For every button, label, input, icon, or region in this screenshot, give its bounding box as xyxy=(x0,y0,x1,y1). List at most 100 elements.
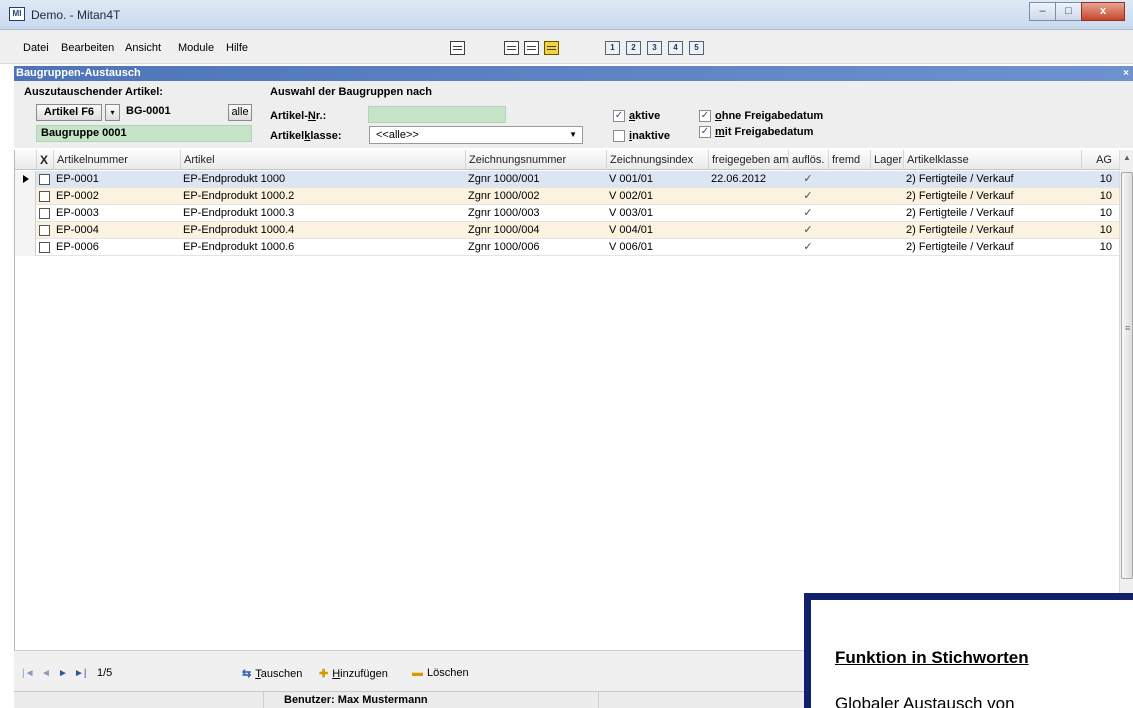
view-4-icon[interactable]: 4 xyxy=(668,41,683,55)
view-5-icon[interactable]: 5 xyxy=(689,41,704,55)
header-x[interactable]: X xyxy=(36,150,53,170)
table-row[interactable]: EP-0004 EP-Endprodukt 1000.4 Zgnr 1000/004… xyxy=(15,222,1120,239)
aktive-label: aktive xyxy=(629,110,661,122)
maximize-button[interactable]: □ xyxy=(1055,2,1082,21)
cell-artikel: EP-Endprodukt 1000.4 xyxy=(183,224,295,236)
assembly-grid: X Artikelnummer Artikel Zeichnungsnummer… xyxy=(14,150,1120,650)
highlight-icon[interactable] xyxy=(544,41,559,55)
menu-ansicht[interactable]: Ansicht xyxy=(125,42,161,54)
grid-icon[interactable] xyxy=(524,41,539,55)
cell-zeichnungsindex: V 002/01 xyxy=(609,190,654,202)
alle-button[interactable]: alle xyxy=(228,104,252,121)
header-fremd[interactable]: fremd xyxy=(828,150,870,170)
cell-artikel: EP-Endprodukt 1000.2 xyxy=(183,190,295,202)
cell-artikelnummer: EP-0003 xyxy=(56,207,99,219)
table-row[interactable]: EP-0003 EP-Endprodukt 1000.3 Zgnr 1000/003… xyxy=(15,205,1120,222)
last-record-icon[interactable]: ►| xyxy=(74,668,87,679)
grid-icon[interactable] xyxy=(504,41,519,55)
cell-aufloes: ✓ xyxy=(803,173,813,185)
callout-title: Funktion in Stichworten xyxy=(835,648,1029,667)
artikel-f6-button[interactable]: Artikel F6 xyxy=(36,104,102,121)
cell-freigegeben-am xyxy=(708,239,788,256)
cell-ag: 10 xyxy=(1099,173,1112,185)
view-3-icon[interactable]: 3 xyxy=(647,41,662,55)
ohne-freigabedatum-checkbox[interactable] xyxy=(699,110,711,122)
cell-zeichnungsnummer: Zgnr 1000/006 xyxy=(468,241,540,253)
header-zeichnungsindex[interactable]: Zeichnungsindex xyxy=(606,150,708,170)
table-row[interactable]: EP-0002 EP-Endprodukt 1000.2 Zgnr 1000/002… xyxy=(15,188,1120,205)
header-freigegeben-am[interactable]: freigegeben am xyxy=(708,150,788,170)
view-1-icon[interactable]: 1 xyxy=(605,41,620,55)
row-checkbox[interactable] xyxy=(39,225,50,236)
next-record-icon[interactable]: ► xyxy=(58,668,68,679)
cell-zeichnungsnummer: Zgnr 1000/003 xyxy=(468,207,540,219)
mit-freigabedatum-label: mit Freigabedatum xyxy=(715,126,814,138)
row-checkbox[interactable] xyxy=(39,208,50,219)
header-artikelklasse[interactable]: Artikelklasse xyxy=(903,150,1081,170)
cell-artikel: EP-Endprodukt 1000 xyxy=(183,173,286,185)
artikel-nr-label: Artikel-Nr.: xyxy=(270,110,327,122)
section-close-icon[interactable]: × xyxy=(1123,66,1129,81)
prev-record-icon[interactable]: ◄ xyxy=(41,668,51,679)
selection-label: Auswahl der Baugruppen nach xyxy=(270,86,432,98)
artikelklasse-select[interactable]: <<alle>> ▼ xyxy=(369,126,583,144)
cell-freigegeben-am xyxy=(708,188,788,205)
list-icon[interactable] xyxy=(450,41,465,55)
minimize-button[interactable]: – xyxy=(1029,2,1056,21)
vertical-scrollbar[interactable]: ▲ ≡ xyxy=(1119,150,1133,650)
cell-zeichnungsnummer: Zgnr 1000/004 xyxy=(468,224,540,236)
row-checkbox[interactable] xyxy=(39,174,50,185)
row-checkbox[interactable] xyxy=(39,191,50,202)
header-artikelnummer[interactable]: Artikelnummer xyxy=(53,150,180,170)
article-code-field[interactable]: BG-0001 xyxy=(122,104,225,121)
menu-bearbeiten[interactable]: Bearbeiten xyxy=(61,42,114,54)
inaktive-checkbox[interactable] xyxy=(613,130,625,142)
view-2-icon[interactable]: 2 xyxy=(626,41,641,55)
scrollbar-thumb[interactable]: ≡ xyxy=(1121,172,1133,579)
cell-aufloes: ✓ xyxy=(803,241,813,253)
hinzufuegen-button[interactable]: ✚ Hinzufügen xyxy=(319,667,388,680)
cell-ag: 10 xyxy=(1099,224,1112,236)
table-row[interactable]: EP-0006 EP-Endprodukt 1000.6 Zgnr 1000/006… xyxy=(15,239,1120,256)
replace-article-label: Auszutauschender Artikel: xyxy=(24,86,163,98)
loeschen-button[interactable]: ▬ Löschen xyxy=(412,667,469,679)
row-indicator[interactable] xyxy=(15,239,36,256)
artikel-dropdown-button[interactable]: ▾ xyxy=(105,104,120,121)
header-artikel[interactable]: Artikel xyxy=(180,150,465,170)
table-row[interactable]: EP-0001 EP-Endprodukt 1000 Zgnr 1000/001 V … xyxy=(15,171,1120,188)
callout-text: Globaler Austausch von xyxy=(835,694,1015,708)
first-record-icon[interactable]: |◄ xyxy=(22,668,35,679)
menu-hilfe[interactable]: Hilfe xyxy=(226,42,248,54)
section-header: Baugruppen-Austausch × xyxy=(14,66,1133,81)
section-title: Baugruppen-Austausch xyxy=(16,67,141,79)
minus-icon: ▬ xyxy=(412,667,423,679)
aktive-checkbox[interactable] xyxy=(613,110,625,122)
header-aufloes[interactable]: auflös. xyxy=(788,150,828,170)
close-button[interactable]: x xyxy=(1081,2,1125,21)
cell-ag: 10 xyxy=(1099,190,1112,202)
row-indicator[interactable] xyxy=(15,188,36,205)
header-ag[interactable]: AG xyxy=(1081,150,1120,170)
header-zeichnungsnummer[interactable]: Zeichnungsnummer xyxy=(465,150,606,170)
artikel-nr-input[interactable] xyxy=(368,106,506,123)
row-indicator[interactable] xyxy=(15,222,36,239)
cell-ag: 10 xyxy=(1099,207,1112,219)
row-indicator[interactable] xyxy=(15,205,36,222)
menu-module[interactable]: Module xyxy=(178,42,214,54)
mit-freigabedatum-checkbox[interactable] xyxy=(699,126,711,138)
row-indicator[interactable] xyxy=(15,171,36,188)
cell-zeichnungsindex: V 006/01 xyxy=(609,241,654,253)
app-icon: MI xyxy=(9,7,25,21)
scroll-up-icon[interactable]: ▲ xyxy=(1123,153,1131,162)
cell-aufloes: ✓ xyxy=(803,224,813,236)
window-titlebar: MI Demo. - Mitan4T – □ x xyxy=(0,0,1133,30)
window-controls: – □ x xyxy=(1029,2,1125,21)
cell-freigegeben-am: 22.06.2012 xyxy=(711,173,767,185)
cell-freigegeben-am xyxy=(708,205,788,222)
header-lager[interactable]: Lager xyxy=(870,150,903,170)
cell-zeichnungsnummer: Zgnr 1000/002 xyxy=(468,190,540,202)
row-checkbox[interactable] xyxy=(39,242,50,253)
menu-datei[interactable]: Datei xyxy=(23,42,49,54)
tauschen-button[interactable]: ⇆ Tauschen xyxy=(242,667,302,680)
grip-icon: ≡ xyxy=(1125,323,1131,333)
